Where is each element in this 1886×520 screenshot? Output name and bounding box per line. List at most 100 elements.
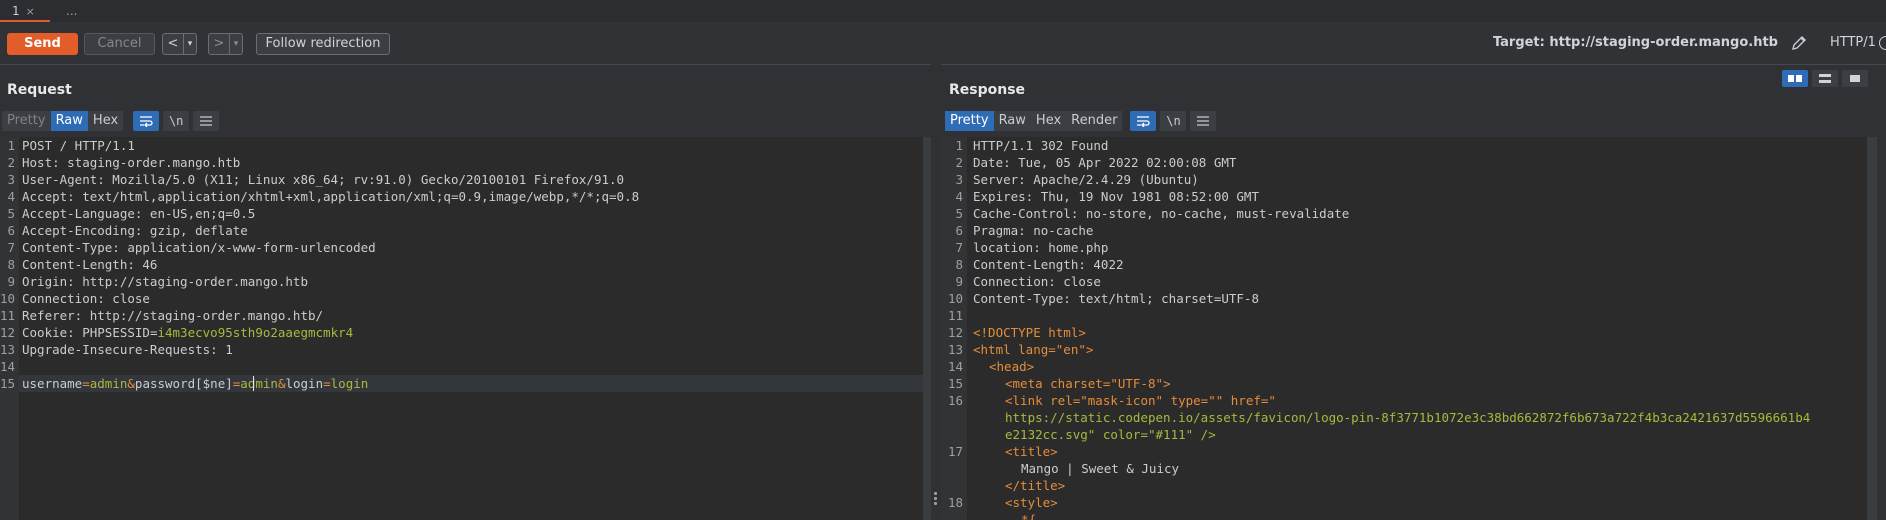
response-link-tag: <link rel="mask-icon" type="" href=" [1005, 393, 1276, 408]
line-number: 12 [0, 325, 16, 340]
splitter-grip-icon[interactable] [934, 492, 938, 508]
response-link-end: e2132cc.svg" color="#111" /> [1005, 427, 1216, 442]
request-line: Accept-Language: en-US,en;q=0.5 [22, 206, 256, 221]
line-number: 13 [947, 342, 963, 357]
response-scrollbar[interactable] [1867, 137, 1877, 520]
line-number: 4 [955, 189, 963, 204]
line-number: 11 [0, 308, 16, 323]
request-body-line: username=admin&password[$ne]=admin&login… [22, 376, 369, 391]
line-number [941, 477, 963, 494]
line-number: 3 [7, 172, 15, 187]
response-title-text: Mango | Sweet & Juicy [1021, 461, 1180, 476]
request-line: POST / HTTP/1.1 [22, 138, 135, 153]
line-number: 11 [947, 308, 963, 323]
response-header-line: HTTP/1.1 302 Found [973, 138, 1109, 153]
request-line-cookie: Cookie: PHPSESSID=i4m3ecvo95sth9o2aaegmc… [22, 325, 354, 340]
show-newlines-button[interactable]: \n [163, 111, 190, 131]
line-number: 10 [0, 291, 16, 306]
line-number: 8 [955, 257, 963, 272]
response-tab-pretty[interactable]: Pretty [945, 111, 994, 131]
line-number [941, 409, 963, 426]
response-doctype: <!DOCTYPE html> [973, 325, 1086, 340]
line-number: 7 [955, 240, 963, 255]
response-html-tag: <html lang="en"> [973, 342, 1094, 357]
request-line: Upgrade-Insecure-Requests: 1 [22, 342, 233, 357]
request-line: Host: staging-order.mango.htb [22, 155, 241, 170]
response-tab-raw[interactable]: Raw [993, 111, 1031, 131]
line-number: 16 [947, 393, 963, 408]
side-by-side-layout-icon[interactable] [1782, 70, 1808, 87]
request-line: Content-Length: 46 [22, 257, 158, 272]
response-link-href: https://static.codepen.io/assets/favicon… [1005, 410, 1811, 425]
follow-redirection-button[interactable]: Follow redirection [256, 33, 390, 55]
cancel-button[interactable]: Cancel [84, 33, 155, 55]
close-tab-icon[interactable]: × [26, 5, 35, 18]
show-newlines-button[interactable]: \n [1160, 111, 1187, 131]
back-history-control[interactable]: < ▾ [162, 33, 197, 55]
response-editor[interactable]: 1 2 3 4 5 6 7 8 9 10 11 12 13 14 15 16 17 18 HTTP/1.1 302… [941, 137, 1867, 520]
request-editor[interactable]: 1 POST / HTTP/1.1 2 Host: staging-order.man… [0, 137, 923, 520]
line-number: 2 [955, 155, 963, 170]
response-meta-tag: <meta charset="UTF-8"> [1005, 376, 1171, 391]
response-tab-hex[interactable]: Hex [1030, 111, 1067, 131]
response-view-tabs: Pretty Raw Hex Render \n [945, 111, 1217, 131]
line-number [941, 426, 963, 443]
line-number: 17 [947, 444, 963, 459]
line-number: 4 [7, 189, 15, 204]
line-number: 15 [0, 376, 16, 391]
request-view-tabs: Pretty Raw Hex \n [2, 111, 220, 131]
repeater-tab-bar: 1 × ... [0, 0, 1886, 23]
target-url: Target: http://staging-order.mango.htb [1492, 35, 1778, 50]
request-tab-hex[interactable]: Hex [87, 111, 124, 131]
new-tab-button[interactable]: ... [60, 0, 96, 22]
request-line: User-Agent: Mozilla/5.0 (X11; Linux x86_… [22, 172, 625, 187]
tabbed-layout-icon[interactable] [1842, 70, 1868, 87]
request-line: Referer: http://staging-order.mango.htb/ [22, 308, 324, 323]
menu-icon[interactable] [1190, 111, 1217, 131]
line-number: 3 [955, 172, 963, 187]
response-header-line: Pragma: no-cache [973, 223, 1094, 238]
response-head-tag: <head> [989, 359, 1035, 374]
back-arrow-icon[interactable]: < [163, 34, 183, 54]
request-line: Origin: http://staging-order.mango.htb [22, 274, 308, 289]
response-header-line: Connection: close [973, 274, 1101, 289]
back-dropdown-icon[interactable]: ▾ [183, 34, 196, 54]
request-line: Accept: text/html,application/xhtml+xml,… [22, 189, 640, 204]
request-line: Content-Type: application/x-www-form-url… [22, 240, 376, 255]
response-tab-render[interactable]: Render [1066, 111, 1123, 131]
line-number: 9 [7, 274, 15, 289]
response-title-close: </title> [1005, 478, 1066, 493]
response-header-line: Cache-Control: no-store, no-cache, must-… [973, 206, 1350, 221]
line-number: 14 [0, 359, 16, 374]
request-line: Accept-Encoding: gzip, deflate [22, 223, 248, 238]
forward-dropdown-icon[interactable]: ▾ [229, 34, 242, 54]
tab-label: 1 [12, 4, 20, 18]
word-wrap-icon[interactable] [1130, 111, 1157, 131]
layout-buttons [1782, 70, 1868, 87]
forward-history-control[interactable]: > ▾ [208, 33, 243, 55]
http-version-label[interactable]: HTTP/1 [1830, 22, 1876, 64]
word-wrap-icon[interactable] [133, 111, 160, 131]
stacked-layout-icon[interactable] [1812, 70, 1838, 87]
line-number: 10 [947, 291, 963, 306]
text-caret [253, 376, 254, 391]
line-number: 12 [947, 325, 963, 340]
forward-arrow-icon[interactable]: > [209, 34, 229, 54]
repeater-tab-1[interactable]: 1 × [0, 0, 50, 22]
help-icon[interactable] [1879, 36, 1886, 50]
line-number: 14 [947, 359, 963, 374]
line-number: 8 [7, 257, 15, 272]
response-header-line: location: home.php [973, 240, 1109, 255]
response-header-line: Date: Tue, 05 Apr 2022 02:00:08 GMT [973, 155, 1237, 170]
edit-target-icon[interactable] [1789, 33, 1809, 53]
response-style-open: <style> [1005, 495, 1058, 510]
line-number: 15 [947, 376, 963, 391]
line-number: 13 [0, 342, 16, 357]
response-header-line: Content-Length: 4022 [973, 257, 1124, 272]
send-button[interactable]: Send [7, 33, 78, 55]
menu-icon[interactable] [193, 111, 220, 131]
line-number: 2 [7, 155, 15, 170]
request-tab-pretty[interactable]: Pretty [2, 111, 51, 131]
pane-splitter[interactable] [931, 64, 941, 520]
request-tab-raw[interactable]: Raw [50, 111, 88, 131]
